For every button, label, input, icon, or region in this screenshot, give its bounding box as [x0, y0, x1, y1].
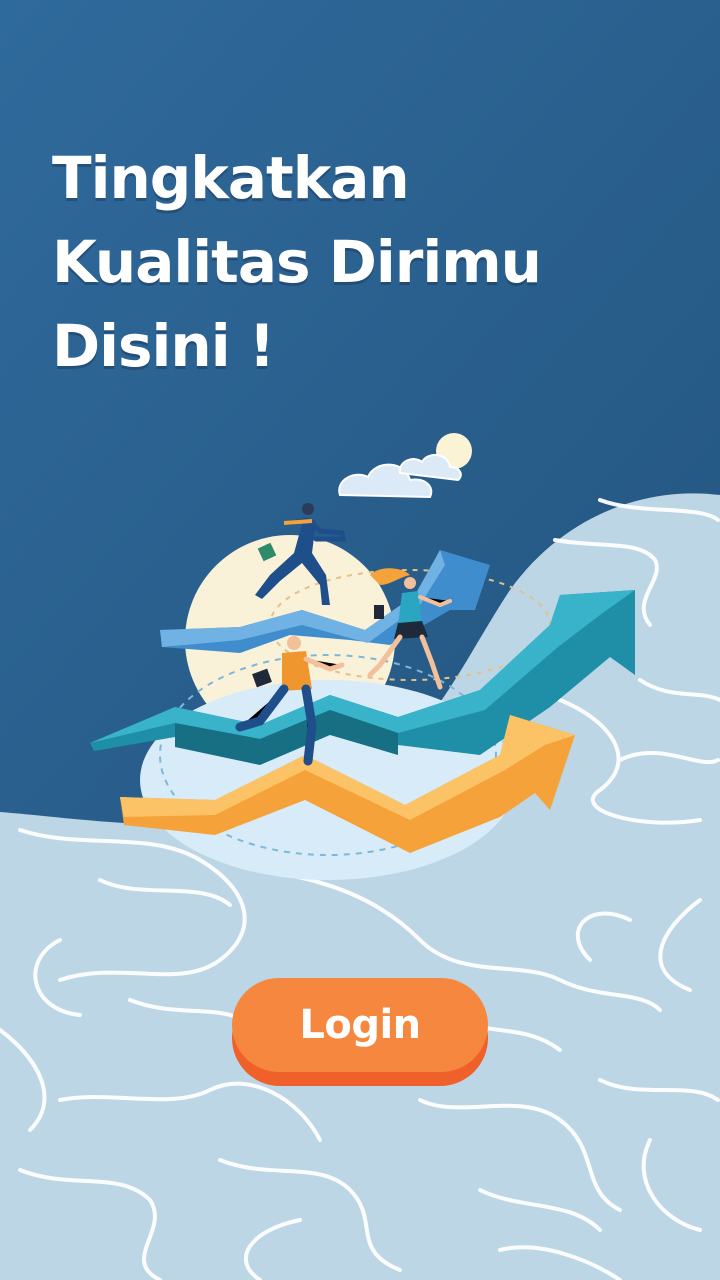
landing-screen: Tingkatkan Kualitas Dirimu Disini ! Logi… — [0, 0, 720, 1280]
growth-arrows-runners-illustration — [90, 433, 635, 880]
login-button-label: Login — [232, 978, 488, 1072]
cloud-icon — [338, 454, 462, 499]
headline-line-3: Disini ! — [52, 312, 275, 380]
headline-line-2: Kualitas Dirimu — [52, 228, 542, 296]
headline-line-1: Tingkatkan — [52, 144, 410, 212]
login-button[interactable]: Login — [232, 978, 488, 1086]
page-headline: Tingkatkan Kualitas Dirimu Disini ! — [52, 136, 652, 388]
